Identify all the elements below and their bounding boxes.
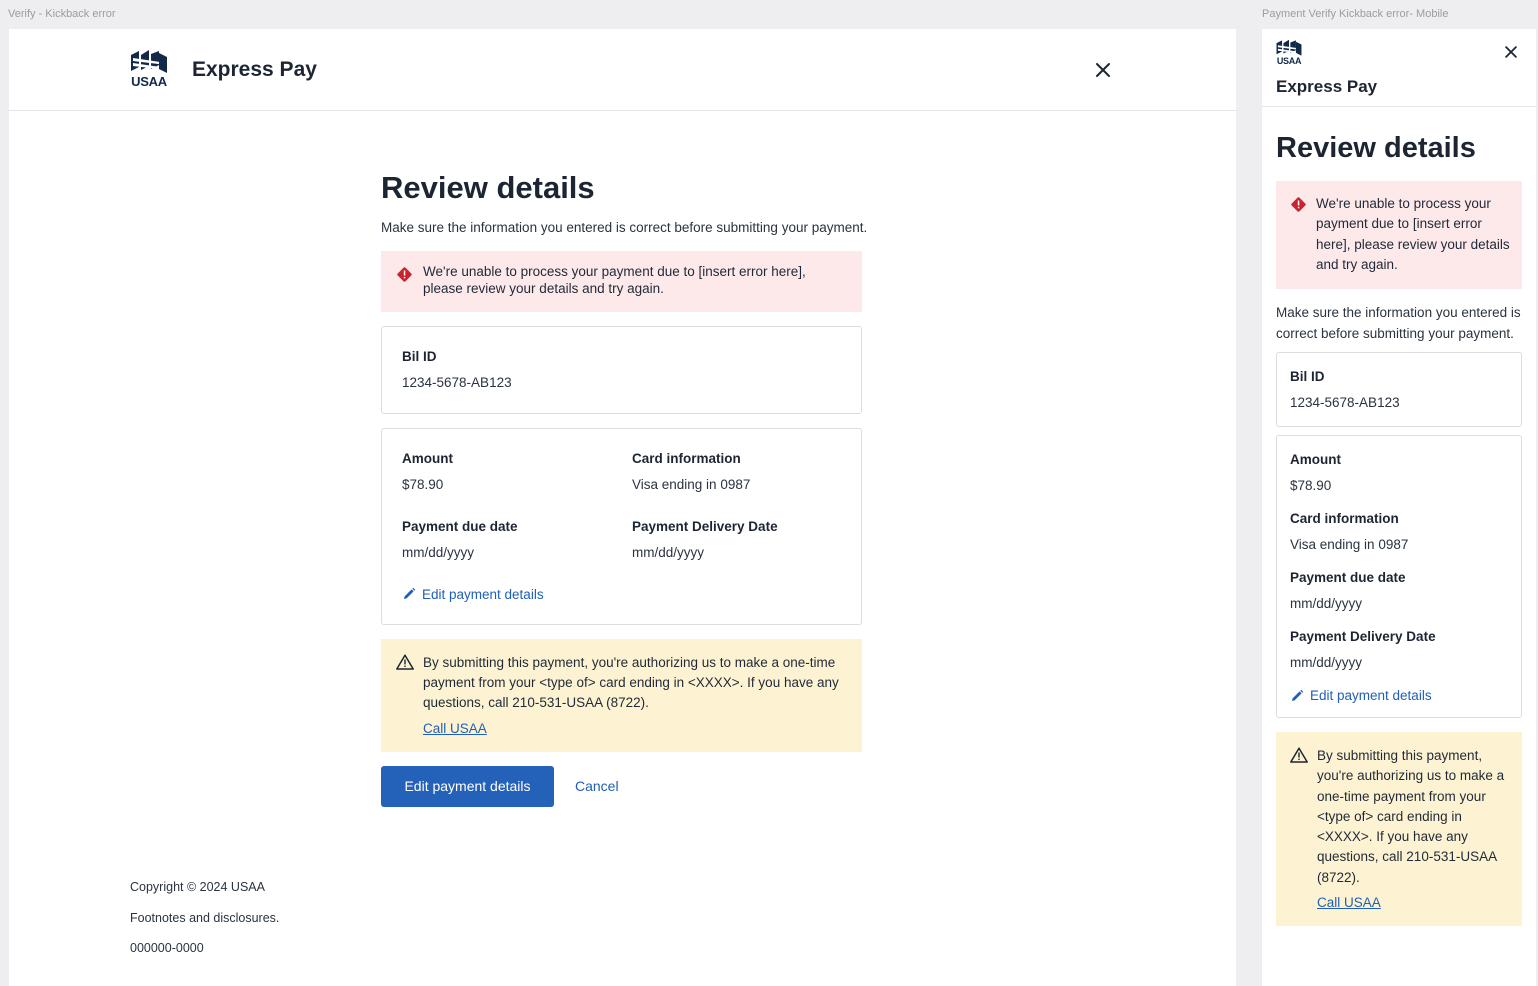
card-info-field: Card information Visa ending in 0987 [632,451,750,492]
footer-code: 000000-0000 [130,941,204,955]
usaa-logo-mobile[interactable]: USAA [1275,39,1303,66]
mobile-frame: USAA Express Pay Review details We're un… [1262,29,1536,986]
footnotes-link[interactable]: Footnotes and disclosures. [130,911,279,925]
desktop-frame: USAA Express Pay Review details Make sur… [9,29,1236,986]
delivery-date-label: Payment Delivery Date [1290,629,1436,645]
app-name: Express Pay [192,58,317,81]
amount-field: Amount $78.90 [402,451,453,492]
warning-triangle-icon [396,654,414,675]
delivery-date-value: mm/dd/yyyy [1290,655,1363,671]
bill-id-card: Bil ID 1234-5678-AB123 [381,325,862,414]
eagle-logo-icon [1276,39,1302,56]
page-title: Review details [381,170,595,205]
pencil-icon [404,588,416,600]
error-diamond-icon [396,266,413,288]
logo-text: USAA [131,74,167,89]
authorization-notice: By submitting this payment, you're autho… [381,638,862,752]
card-info-label: Card information [632,450,741,466]
amount-label: Amount [1290,452,1341,468]
header: USAA Express Pay [9,29,1236,111]
edit-link-label[interactable]: Edit payment details [422,587,544,602]
page-subtitle: Make sure the information you entered is… [1276,305,1521,341]
amount-label: Amount [402,450,453,466]
due-date-value: mm/dd/yyyy [1290,596,1363,612]
review-details-section: Review details Make sure the information… [381,169,911,807]
mobile-frame-label: Payment Verify Kickback error- Mobile [1262,8,1449,20]
payment-details-card: Amount $78.90 Card information Visa endi… [381,427,862,625]
action-row: Edit payment details Cancel [381,765,911,807]
desktop-frame-label: Verify - Kickback error [8,8,116,20]
bill-id-card: Bil ID 1234-5678-AB123 [1276,352,1522,428]
bill-id-value: 1234-5678-AB123 [1290,395,1400,411]
error-diamond-icon [1290,196,1307,218]
cancel-link[interactable]: Cancel [575,778,619,794]
page-title: Review details [1276,132,1476,164]
card-info-value: Visa ending in 0987 [632,476,751,492]
edit-payment-details-button[interactable]: Edit payment details [381,765,554,807]
bill-id-label: Bil ID [402,348,437,364]
authorization-text: By submitting this payment, you're autho… [423,654,839,711]
call-usaa-link[interactable]: Call USAA [1317,895,1381,910]
warning-triangle-icon [1290,747,1308,768]
bill-id-label: Bil ID [1290,369,1325,385]
amount-value: $78.90 [402,476,444,492]
page-subtitle: Make sure the information you entered is… [381,220,868,236]
mobile-review-section: Review details We're unable to process y… [1276,132,1522,926]
delivery-date-label: Payment Delivery Date [632,518,778,534]
due-date-label: Payment due date [402,518,518,534]
due-date-value: mm/dd/yyyy [402,544,475,560]
edit-link-label[interactable]: Edit payment details [1310,688,1432,703]
error-alert: We're unable to process your payment due… [1276,181,1522,289]
close-icon[interactable] [1502,43,1520,61]
card-info-label: Card information [1290,511,1399,527]
card-info-value: Visa ending in 0987 [1290,537,1409,553]
edit-payment-details-link[interactable]: Edit payment details [1290,688,1508,703]
error-alert: We're unable to process your payment due… [381,251,862,312]
pencil-icon [1292,689,1304,701]
error-message: We're unable to process your payment due… [1316,196,1510,272]
delivery-date-field: Payment Delivery Date mm/dd/yyyy [632,519,778,560]
error-message: We're unable to process your payment due… [423,264,806,297]
mobile-header: USAA Express Pay [1262,29,1536,107]
edit-payment-details-link[interactable]: Edit payment details [402,587,544,602]
authorization-notice: By submitting this payment, you're autho… [1276,732,1522,926]
copyright-text: Copyright © 2024 USAA [130,880,265,894]
due-date-field: Payment due date mm/dd/yyyy [402,519,518,560]
call-usaa-link[interactable]: Call USAA [423,721,487,736]
delivery-date-value: mm/dd/yyyy [632,544,705,560]
bill-id-value: 1234-5678-AB123 [402,374,512,390]
close-icon[interactable] [1092,59,1114,81]
authorization-text: By submitting this payment, you're autho… [1317,748,1505,885]
logo-text: USAA [1276,56,1302,66]
usaa-logo[interactable]: USAA [129,49,169,88]
eagle-logo-icon [131,50,167,73]
due-date-label: Payment due date [1290,570,1406,586]
app-name: Express Pay [1276,77,1378,96]
amount-value: $78.90 [1290,478,1332,494]
payment-details-card: Amount $78.90 Card information Visa endi… [1276,435,1522,719]
